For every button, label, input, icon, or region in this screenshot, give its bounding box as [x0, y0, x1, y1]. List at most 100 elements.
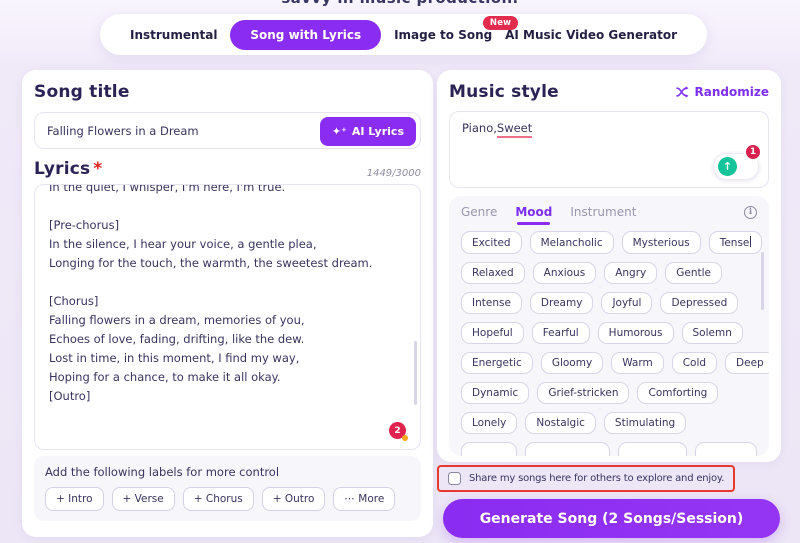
tags-scrollbar[interactable] — [761, 252, 764, 310]
mood-chip-row: Excited Melancholic Mysterious Tense — [461, 231, 763, 254]
lyrics-textarea[interactable]: In the quiet, I whisper, I'm here, I'm t… — [34, 184, 421, 450]
annotation-highlight-box: Share my songs here for others to explor… — [437, 465, 736, 492]
song-title-heading: Song title — [34, 82, 130, 102]
lyrics-line: Falling flowers in a dream, memories of … — [49, 313, 305, 327]
mood-chip[interactable]: Excited — [461, 231, 522, 254]
mood-chip[interactable]: Intense — [461, 292, 522, 314]
tab-image-to-song-label: Image to Song — [394, 27, 493, 42]
lyrics-content: In the quiet, I whisper, I'm here, I'm t… — [35, 185, 420, 406]
music-style-header: Music style Randomize — [449, 82, 769, 102]
mood-chip[interactable]: Tense — [708, 231, 763, 254]
tab-instrument[interactable]: Instrument — [570, 205, 636, 219]
label-helper-box: Add the following labels for more contro… — [34, 456, 421, 521]
tab-image-to-song[interactable]: Image to Song New — [394, 15, 519, 42]
hero-tagline-clip: savvy in music production. — [0, 0, 800, 8]
style-tags-panel: Genre Mood Instrument i Excited Melanchol… — [449, 196, 769, 456]
mood-chip-row: Hopeful Fearful Humorous Solemn — [461, 322, 757, 344]
lyrics-line: Hoping for a chance, to make it all okay… — [49, 370, 281, 384]
label-button-row: + Intro + Verse + Chorus + Outro ⋯ More — [45, 487, 410, 511]
grammarly-widget[interactable]: ↑ 1 — [713, 143, 762, 180]
lyrics-line: In the quiet, I whisper, I'm here, I'm t… — [49, 184, 286, 194]
lyrics-line: In the silence, I hear your voice, a gen… — [49, 237, 317, 251]
mood-chip[interactable]: Relaxed — [461, 262, 525, 284]
lyrics-line: [Outro] — [49, 389, 91, 403]
mood-chip-row: Energetic Gloomy Warm Cold Deep — [461, 352, 769, 374]
mood-chip[interactable]: Dreamy — [529, 292, 594, 314]
mood-chip[interactable]: Melancholic — [529, 231, 614, 254]
mood-chip[interactable]: Energetic — [461, 352, 533, 374]
grammarly-count-badge: 1 — [744, 143, 762, 161]
mood-chip[interactable]: Mysterious — [621, 231, 701, 254]
share-checkbox[interactable] — [448, 472, 461, 485]
tab-ai-music-video-generator[interactable]: AI Music Video Generator — [505, 28, 677, 42]
tab-song-with-lyrics[interactable]: Song with Lyrics — [230, 19, 382, 50]
mood-chip[interactable]: Hopeful — [461, 322, 524, 344]
music-style-input[interactable]: Piano,Sweet ↑ 1 — [449, 111, 769, 188]
music-style-panel: Music style Randomize Piano,Sweet ↑ 1 Ge… — [437, 70, 781, 462]
ai-lyrics-button[interactable]: ✦⁺ AI Lyrics — [319, 117, 416, 146]
mood-chip[interactable]: Lonely — [461, 412, 518, 434]
grammarly-icon: ↑ — [718, 157, 737, 176]
mood-chip-row: Dynamic Grief-stricken Comforting — [461, 382, 757, 404]
label-button[interactable]: + Verse — [111, 487, 175, 511]
mood-chip-row: Intense Dreamy Joyful Depressed — [461, 292, 757, 314]
lyrics-line: Lost in time, in this moment, I find my … — [49, 351, 300, 365]
randomize-label: Randomize — [694, 85, 769, 99]
mood-chip[interactable]: Joyful — [601, 292, 653, 314]
randomize-button[interactable]: Randomize — [675, 85, 769, 99]
label-button[interactable]: + Intro — [45, 487, 104, 511]
label-button[interactable]: + Outro — [261, 487, 326, 511]
mood-chip[interactable]: Warm — [611, 352, 664, 374]
mood-chip[interactable]: Nostalgic — [525, 412, 596, 434]
required-asterisk: * — [93, 159, 103, 179]
mood-chip[interactable]: Gloomy — [540, 352, 604, 374]
style-tabs: Genre Mood Instrument i — [461, 205, 757, 225]
lyrics-line — [49, 197, 406, 216]
mood-chip-partial[interactable] — [618, 442, 688, 456]
char-counter: 1449/3000 — [366, 168, 421, 179]
mood-chip-row-partial — [461, 442, 758, 456]
mood-chip[interactable]: Cold — [671, 352, 718, 374]
song-title-input[interactable]: Falling Flowers in a Dream ✦⁺ AI Lyrics — [34, 112, 421, 149]
mood-chip[interactable]: Humorous — [597, 322, 674, 344]
style-value-flagged: Sweet — [496, 121, 533, 138]
mood-chip[interactable]: Solemn — [681, 322, 743, 344]
mood-chip-partial[interactable] — [461, 442, 518, 456]
mood-chip[interactable]: Comforting — [637, 382, 719, 404]
hero-tagline: savvy in music production. — [0, 0, 800, 7]
mode-tab-bar: Instrumental Song with Lyrics Image to S… — [100, 14, 707, 55]
mood-chip[interactable]: Depressed — [660, 292, 739, 314]
mood-chips-area: Excited Melancholic Mysterious Tense Relaxed… — [461, 231, 769, 434]
music-style-column: Music style Randomize Piano,Sweet ↑ 1 Ge… — [437, 70, 781, 538]
text-caret — [750, 236, 752, 247]
mood-chip[interactable]: Stimulating — [603, 412, 687, 434]
tab-instrumental[interactable]: Instrumental — [130, 28, 217, 42]
mood-chip[interactable]: Angry — [604, 262, 658, 284]
lyrics-line: [Chorus] — [49, 294, 99, 308]
mood-chip[interactable]: Dynamic — [461, 382, 530, 404]
lyrics-scrollbar[interactable] — [414, 341, 417, 405]
lyrics-line: Longing for the touch, the warmth, the s… — [49, 256, 373, 270]
generate-song-button[interactable]: Generate Song (2 Songs/Session) — [443, 499, 780, 538]
tab-genre[interactable]: Genre — [461, 205, 497, 219]
mood-chip-partial[interactable] — [525, 442, 611, 456]
tab-mood[interactable]: Mood — [515, 205, 552, 225]
mood-chip[interactable]: Deep — [725, 352, 769, 374]
music-style-heading: Music style — [449, 82, 559, 102]
mood-chip[interactable]: Grief-stricken — [537, 382, 630, 404]
label-button[interactable]: ⋯ More — [333, 487, 396, 511]
mood-chip[interactable]: Fearful — [531, 322, 590, 344]
style-value: Piano, — [462, 121, 497, 135]
mood-chip-row: Lonely Nostalgic Stimulating — [461, 412, 757, 434]
mood-chip-row: Relaxed Anxious Angry Gentle — [461, 262, 757, 284]
lyrics-line — [49, 273, 406, 292]
grammarly-alert-badge[interactable]: 2 — [389, 422, 408, 441]
lyrics-header: Lyrics * 1449/3000 — [34, 159, 421, 179]
mood-chip[interactable]: Gentle — [665, 262, 722, 284]
song-panel: Song title Falling Flowers in a Dream ✦⁺… — [22, 70, 433, 537]
label-button[interactable]: + Chorus — [182, 487, 254, 511]
mood-chip-partial[interactable] — [695, 442, 758, 456]
info-icon[interactable]: i — [744, 205, 757, 219]
ai-lyrics-label: AI Lyrics — [351, 125, 404, 138]
mood-chip[interactable]: Anxious — [532, 262, 597, 284]
